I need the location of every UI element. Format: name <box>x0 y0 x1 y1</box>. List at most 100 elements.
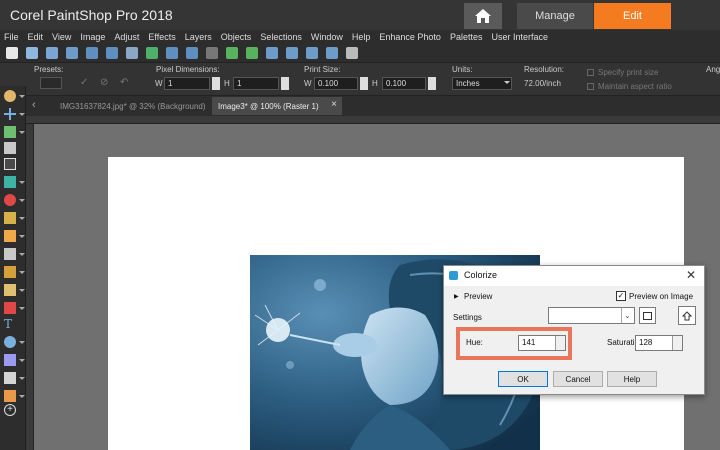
cut-icon[interactable] <box>206 47 218 59</box>
presets-dropdown[interactable] <box>40 77 62 89</box>
cancel-button[interactable]: Cancel <box>553 371 603 387</box>
warp-brush-icon[interactable] <box>4 372 16 384</box>
home-button[interactable] <box>464 3 502 29</box>
menu-objects[interactable]: Objects <box>221 32 252 42</box>
units-dropdown[interactable]: Inches <box>452 77 512 90</box>
flood-fill-icon[interactable] <box>4 302 16 314</box>
preview-expand-icon[interactable]: ▶ <box>454 293 459 300</box>
tabs-left-chevron-icon[interactable]: ‹ <box>32 99 36 111</box>
red-eye-tool-icon[interactable] <box>4 194 16 206</box>
pixel-w-label: W <box>155 79 163 88</box>
clone-brush-icon[interactable] <box>4 248 16 260</box>
settings-dropdown[interactable]: ⌄ <box>548 307 635 324</box>
print-height-field[interactable]: 0.100 <box>382 77 426 90</box>
maintain-aspect-ratio-checkbox[interactable] <box>587 83 594 90</box>
pixel-width-field[interactable]: 1 <box>164 77 210 90</box>
resolution-value: 72.00/inch <box>524 79 561 88</box>
menu-enhance-photo[interactable]: Enhance Photo <box>379 32 441 42</box>
cancel-icon[interactable]: ⊘ <box>100 77 108 88</box>
browse-icon[interactable] <box>66 47 78 59</box>
saturation-spinner[interactable] <box>672 336 682 350</box>
pen-tool-icon[interactable] <box>4 354 16 366</box>
pixel-height-spinner[interactable] <box>281 77 289 90</box>
apply-icon[interactable]: ✓ <box>80 77 88 88</box>
new-file-icon[interactable] <box>6 47 18 59</box>
print-width-field[interactable]: 0.100 <box>314 77 358 90</box>
document-tab-1[interactable]: IMG31637824.jpg* @ 32% (Background) <box>54 98 212 114</box>
crop-tool-icon[interactable] <box>4 158 16 170</box>
menu-file[interactable]: File <box>4 32 19 42</box>
specify-print-size-checkbox[interactable] <box>587 69 594 76</box>
document-tab-2[interactable]: Image3* @ 100% (Raster 1) × <box>212 97 342 115</box>
arrange-icon[interactable] <box>346 47 358 59</box>
hue-spinner[interactable] <box>555 336 565 350</box>
zoom-in-icon[interactable] <box>286 47 298 59</box>
menu-selections[interactable]: Selections <box>260 32 302 42</box>
angle-label: Angle <box>706 65 720 74</box>
print-icon[interactable] <box>126 47 138 59</box>
text-tool-icon[interactable]: T <box>4 318 16 330</box>
hue-field[interactable]: 141 <box>518 335 566 351</box>
menu-window[interactable]: Window <box>311 32 343 42</box>
eraser-tool-icon[interactable] <box>4 266 16 278</box>
undo-icon[interactable] <box>166 47 178 59</box>
save-icon[interactable] <box>86 47 98 59</box>
airbrush-icon[interactable] <box>4 390 16 402</box>
hue-value: 141 <box>522 338 536 347</box>
crop-tool-icon[interactable] <box>266 47 278 59</box>
menu-adjust[interactable]: Adjust <box>114 32 139 42</box>
standard-toolbar <box>0 44 720 62</box>
menu-view[interactable]: View <box>52 32 71 42</box>
paint-brush-icon[interactable] <box>4 230 16 242</box>
move-tool-icon[interactable] <box>4 108 16 120</box>
add-tool-icon[interactable]: + <box>4 404 16 416</box>
help-button[interactable]: Help <box>607 371 657 387</box>
menu-layers[interactable]: Layers <box>185 32 212 42</box>
pan-tool-icon[interactable] <box>4 90 16 102</box>
rotate-icon[interactable]: ↶ <box>120 77 128 88</box>
menu-help[interactable]: Help <box>352 32 371 42</box>
dropper-tool-icon[interactable] <box>4 142 16 154</box>
menu-effects[interactable]: Effects <box>148 32 175 42</box>
preview-label[interactable]: Preview <box>464 292 492 301</box>
menu-image[interactable]: Image <box>80 32 105 42</box>
print-size-label: Print Size: <box>304 65 341 74</box>
print-height-spinner[interactable] <box>428 77 436 90</box>
app-title: Corel PaintShop Pro 2018 <box>10 7 173 23</box>
tab-manage[interactable]: Manage <box>517 3 593 29</box>
zoom-out-icon[interactable] <box>306 47 318 59</box>
horizontal-ruler <box>26 116 720 124</box>
menu-palettes[interactable]: Palettes <box>450 32 483 42</box>
preview-on-image-checkbox[interactable]: ✓ <box>616 291 626 301</box>
selection-tool-icon[interactable] <box>4 126 16 138</box>
copy-icon[interactable] <box>226 47 238 59</box>
paste-icon[interactable] <box>246 47 258 59</box>
tab-edit[interactable]: Edit <box>594 3 671 29</box>
saturation-value: 128 <box>639 338 653 347</box>
chevron-down-icon: ⌄ <box>621 308 633 323</box>
straighten-tool-icon[interactable] <box>4 176 16 188</box>
makeover-tool-icon[interactable] <box>4 212 16 224</box>
share-icon[interactable] <box>146 47 158 59</box>
close-icon[interactable]: ✕ <box>686 268 696 282</box>
open-icon[interactable] <box>46 47 58 59</box>
redo-icon[interactable] <box>186 47 198 59</box>
units-chevron-down-icon <box>504 81 510 84</box>
ok-button[interactable]: OK <box>498 371 548 387</box>
save-as-icon[interactable] <box>106 47 118 59</box>
saturation-field[interactable]: 128 <box>635 335 683 351</box>
reset-button[interactable] <box>678 306 696 325</box>
save-preset-button[interactable] <box>639 307 656 324</box>
new-image-icon[interactable] <box>26 47 38 59</box>
menu-edit[interactable]: Edit <box>28 32 44 42</box>
pixel-height-field[interactable]: 1 <box>233 77 279 90</box>
fit-icon[interactable] <box>326 47 338 59</box>
close-tab-icon[interactable]: × <box>331 99 337 110</box>
menu-user-interface[interactable]: User Interface <box>491 32 548 42</box>
print-width-spinner[interactable] <box>360 77 368 90</box>
dodge-tool-icon[interactable] <box>4 284 16 296</box>
shape-tool-icon[interactable] <box>4 336 16 348</box>
menu-bar: File Edit View Image Adjust Effects Laye… <box>0 30 720 44</box>
colorize-dialog: Colorize ✕ ▶ Preview ✓ Preview on Image … <box>443 265 705 395</box>
pixel-width-spinner[interactable] <box>212 77 220 90</box>
